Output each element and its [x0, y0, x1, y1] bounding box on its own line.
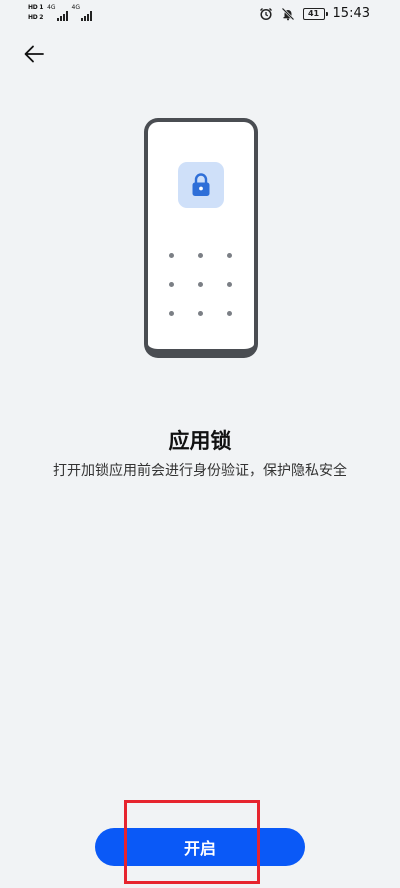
enable-button[interactable]: 开启 — [95, 828, 305, 866]
clock: 15:43 — [332, 6, 370, 21]
battery-icon: 41 — [302, 7, 328, 20]
sim2-label: HD 2 — [28, 14, 44, 21]
network-type-2: 4G — [71, 4, 81, 11]
network-type-1: 4G — [47, 4, 56, 11]
app-lock-intro-screen: HD 1 HD 2 4G 4G 41 15:43 应用锁 打开加锁应用前会进行身… — [0, 0, 400, 888]
pattern-dot — [169, 282, 174, 287]
mute-bell-icon — [281, 7, 295, 21]
phone-illustration — [144, 118, 258, 358]
pattern-dot — [227, 282, 232, 287]
signal-sim1: 4G — [47, 3, 68, 21]
signal-sim2: 4G — [71, 3, 93, 21]
page-title: 应用锁 — [168, 429, 232, 453]
status-bar: HD 1 HD 2 4G 4G 41 15:43 — [0, 0, 400, 28]
feature-description: 打开加锁应用前会进行身份验证，保护隐私安全 — [53, 463, 347, 479]
pattern-dot — [198, 311, 203, 316]
pattern-dot — [169, 311, 174, 316]
pattern-dot — [227, 311, 232, 316]
arrow-left-icon — [24, 45, 44, 63]
system-indicators: 41 15:43 — [259, 6, 370, 21]
pattern-dot — [198, 253, 203, 258]
sim1-label: HD 1 — [28, 4, 44, 11]
network-indicators: HD 1 HD 2 4G 4G — [28, 3, 93, 22]
signal-bars-icon — [81, 9, 93, 21]
sim-labels: HD 1 HD 2 — [28, 3, 43, 22]
pattern-dot — [169, 253, 174, 258]
pattern-dot — [198, 282, 203, 287]
back-button[interactable] — [20, 40, 48, 68]
padlock-icon — [192, 173, 210, 196]
pattern-dot — [227, 253, 232, 258]
alarm-icon — [259, 7, 273, 21]
pattern-grid — [169, 253, 233, 317]
lock-tile — [178, 162, 224, 208]
battery-level: 41 — [307, 9, 320, 18]
signal-bars-icon — [56, 9, 68, 21]
